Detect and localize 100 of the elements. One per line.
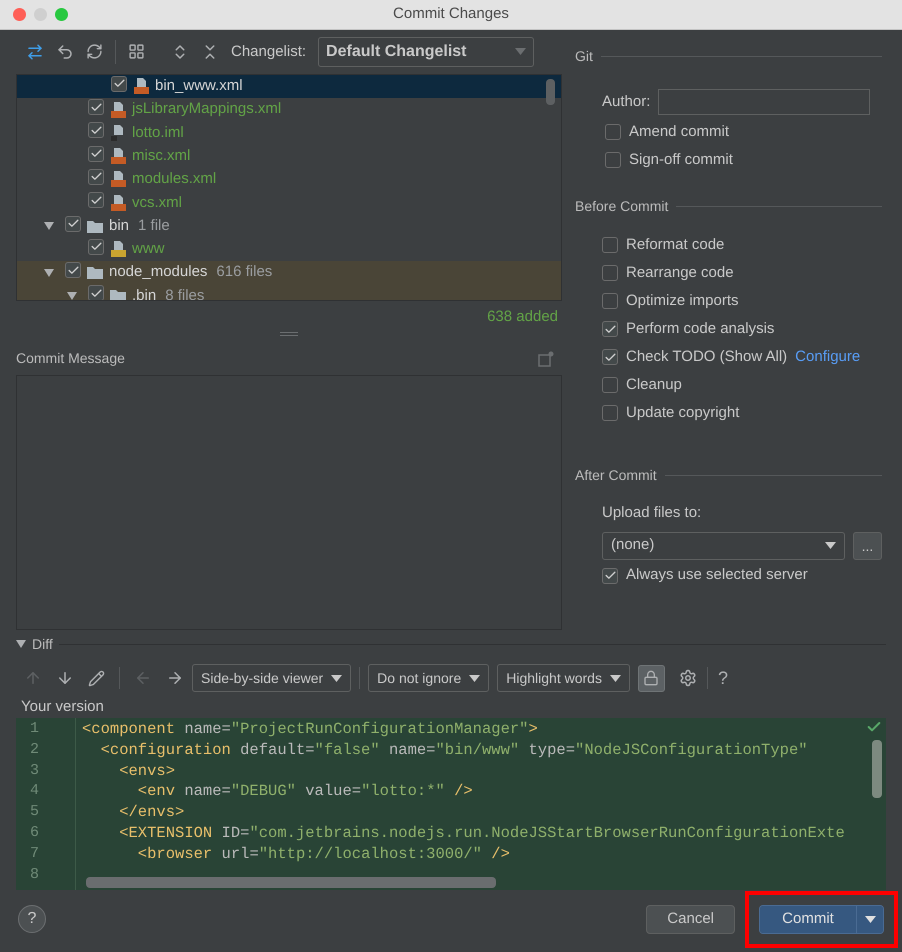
option-label: Update copyright — [626, 402, 740, 423]
checkbox[interactable] — [88, 99, 104, 116]
line-number: 7 — [29, 844, 40, 864]
lock-icon — [643, 670, 660, 686]
splitter-handle[interactable] — [280, 332, 298, 336]
scrollbar[interactable] — [546, 78, 555, 105]
caret-icon — [825, 542, 836, 549]
tree-row[interactable]: lotto.iml — [17, 121, 561, 145]
option-label: Optimize imports — [626, 290, 739, 311]
option-label: Rearrange code — [626, 262, 734, 283]
edit-icon[interactable] — [88, 670, 105, 686]
checkbox[interactable] — [88, 238, 104, 255]
horizontal-scrollbar[interactable] — [86, 877, 496, 888]
refresh-icon[interactable] — [86, 43, 103, 60]
ignore-dropdown[interactable]: Do not ignore — [368, 664, 490, 692]
file-name: www — [132, 239, 164, 260]
section-title: Before Commit — [575, 197, 668, 216]
line-number: 6 — [29, 822, 40, 843]
line-number: 4 — [29, 781, 40, 802]
server-dropdown[interactable]: (none) — [602, 532, 845, 560]
help-button[interactable]: ? — [18, 905, 46, 933]
caret-icon — [864, 916, 876, 922]
checkbox[interactable] — [65, 262, 81, 278]
checkbox[interactable] — [602, 568, 618, 584]
tree-row[interactable]: www — [17, 238, 561, 261]
configure-link[interactable]: Configure — [795, 346, 860, 368]
checkbox[interactable] — [88, 146, 104, 162]
tree-row[interactable]: jsLibraryMappings.xml — [17, 98, 561, 122]
checkbox[interactable] — [88, 192, 104, 208]
file-name: misc.xml — [132, 146, 190, 166]
expand-arrow-icon[interactable] — [66, 290, 78, 300]
option-label: Cleanup — [626, 374, 682, 395]
caret-icon — [469, 674, 480, 682]
option-label: Check TODO (Show All) — [626, 346, 788, 367]
tree-row[interactable]: bin 1 file — [17, 214, 561, 238]
undo-icon[interactable] — [56, 42, 74, 61]
vertical-scrollbar[interactable] — [872, 740, 882, 798]
author-field[interactable] — [658, 89, 870, 115]
checkbox[interactable] — [111, 76, 127, 92]
expand-arrow-icon[interactable] — [43, 268, 55, 278]
tree-row[interactable]: vcs.xml — [17, 191, 561, 214]
file-icon — [109, 170, 127, 188]
checkbox[interactable] — [605, 152, 621, 168]
checkbox[interactable] — [65, 216, 81, 232]
check-icon — [90, 124, 102, 137]
checkbox[interactable] — [602, 405, 618, 421]
highlight-dropdown[interactable]: Highlight words — [497, 664, 630, 692]
file-name: .bin — [132, 286, 156, 300]
merge-arrows-icon[interactable] — [26, 42, 44, 61]
caret-icon — [610, 674, 621, 682]
check-icon — [66, 264, 80, 277]
expand-arrow-icon[interactable] — [43, 221, 55, 232]
commit-options-button[interactable] — [856, 906, 883, 932]
file-count: 616 files — [216, 262, 272, 282]
check-icon — [604, 350, 616, 364]
caret-icon — [331, 674, 342, 682]
forward-arrow-icon[interactable] — [166, 669, 184, 687]
diff-title: Diff — [32, 634, 53, 654]
section-title: After Commit — [575, 466, 657, 485]
summary-text: 638 added — [487, 306, 558, 327]
cancel-button[interactable]: Cancel — [646, 904, 735, 934]
file-icon — [132, 77, 150, 96]
collapse-arrow-icon[interactable] — [16, 640, 26, 648]
commit-button[interactable]: Commit — [760, 906, 856, 932]
file-name: lotto.iml — [132, 122, 184, 143]
viewer-dropdown[interactable]: Side-by-side viewer — [192, 664, 352, 692]
folder-icon — [86, 265, 104, 280]
changelist-dropdown[interactable]: Default Changelist — [318, 36, 534, 67]
help-button[interactable]: ? — [718, 664, 728, 692]
file-count: 8 files — [165, 286, 204, 300]
checkbox[interactable] — [605, 124, 621, 140]
lock-button[interactable] — [638, 664, 665, 692]
commit-message-label: Commit Message — [16, 349, 125, 368]
checkbox[interactable] — [88, 168, 104, 185]
checkbox[interactable] — [602, 349, 618, 365]
checkbox[interactable] — [602, 293, 618, 309]
tree-row[interactable]: modules.xml — [17, 168, 561, 192]
settings-icon[interactable] — [678, 669, 697, 687]
tree-row[interactable]: .bin 8 files — [17, 284, 561, 300]
checkbox[interactable] — [602, 321, 618, 337]
option-label: Sign-off commit — [629, 150, 733, 170]
checkbox[interactable] — [602, 265, 618, 281]
window-title: Commit Changes — [393, 4, 509, 24]
checkbox[interactable] — [88, 285, 104, 300]
code-line: <env name="DEBUG" value="lotto:*" /> — [136, 782, 473, 800]
browse-button[interactable]: ... — [853, 532, 882, 560]
file-icon — [109, 240, 127, 258]
code-line: </envs> — [118, 803, 184, 822]
next-change-icon[interactable] — [56, 669, 74, 687]
checkbox[interactable] — [602, 237, 618, 253]
tree-row[interactable]: bin_www.xml — [17, 74, 561, 98]
code-line: <component name="ProjectRunConfigurationManager"> — [82, 720, 538, 738]
file-name: modules.xml — [132, 169, 216, 190]
tree-row[interactable]: misc.xml — [17, 144, 561, 168]
group-by-icon[interactable] — [128, 43, 145, 60]
upload-label: Upload files to: — [602, 503, 702, 523]
tree-row[interactable]: node_modules 616 files — [17, 261, 561, 284]
check-icon — [90, 194, 102, 207]
checkbox[interactable] — [88, 122, 104, 138]
checkbox[interactable] — [602, 377, 618, 393]
